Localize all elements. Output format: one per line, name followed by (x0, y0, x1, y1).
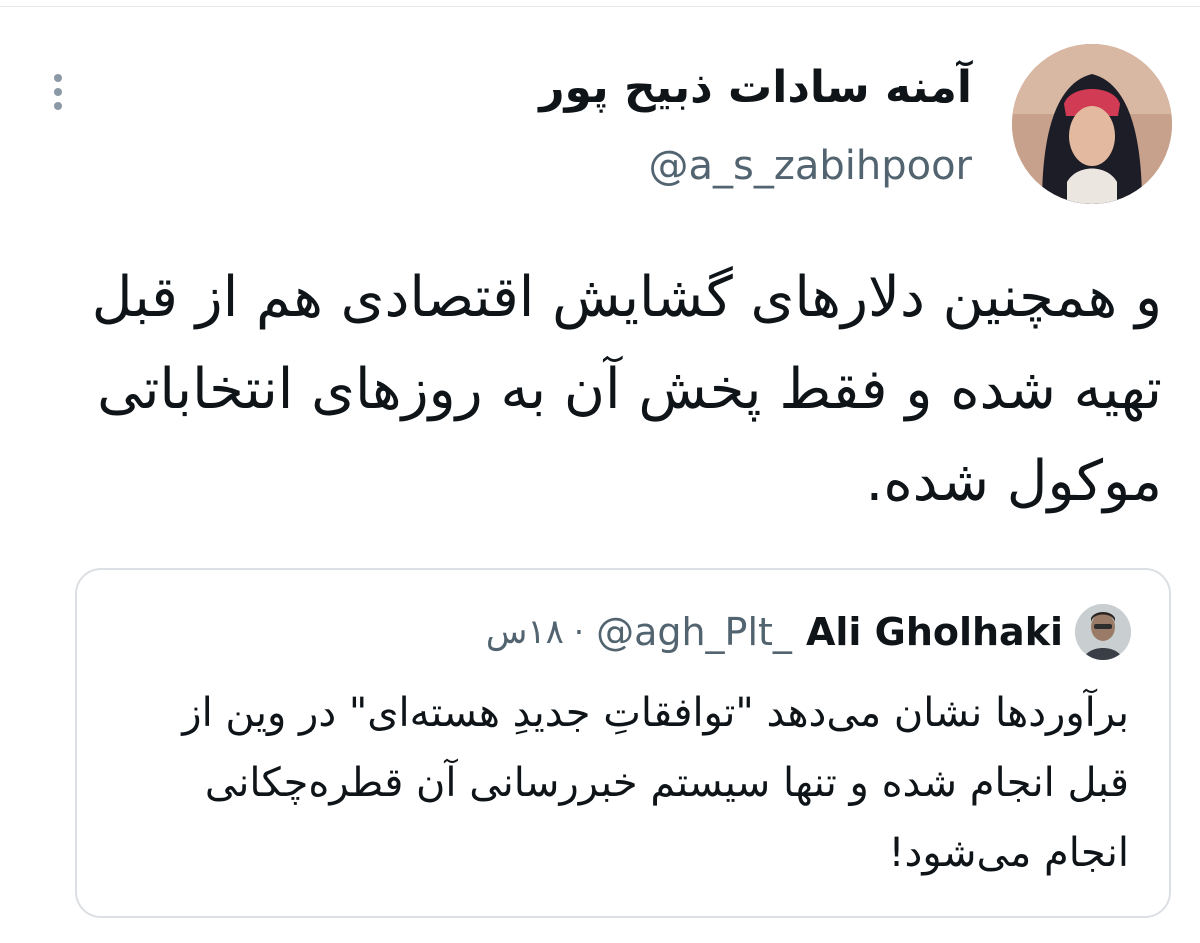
quoted-author-avatar[interactable] (1075, 604, 1131, 660)
quoted-timestamp[interactable]: ۱۸س (486, 612, 564, 652)
top-divider (0, 6, 1200, 7)
tweet-page: آمنه سادات ذبیح پور @a_s_zabihpoor و همچ… (0, 0, 1200, 943)
quoted-author-name[interactable]: Ali Gholhaki (806, 610, 1063, 654)
quoted-tweet-card[interactable]: Ali Gholhaki @agh_Plt_ · ۱۸س برآوردها نش… (75, 568, 1171, 918)
meta-separator: · (573, 613, 585, 651)
author-handle[interactable]: @a_s_zabihpoor (649, 138, 973, 194)
user-avatar-icon (1012, 44, 1172, 204)
author-name[interactable]: آمنه سادات ذبیح پور (539, 58, 972, 118)
tweet-body-text: و همچنین دلارهای گشایش اقتصادی هم از قبل… (91, 265, 1162, 514)
more-vertical-icon[interactable] (48, 70, 68, 114)
author-avatar[interactable] (1012, 44, 1172, 204)
quoted-author-handle[interactable]: @agh_Plt_ (596, 610, 792, 654)
quoted-tweet-header: Ali Gholhaki @agh_Plt_ · ۱۸س (486, 602, 1131, 662)
quoted-user-avatar-icon (1075, 604, 1131, 660)
quoted-tweet-text: برآوردها نشان می‌دهد "توافقاتِ جدیدِ هست… (182, 690, 1129, 876)
